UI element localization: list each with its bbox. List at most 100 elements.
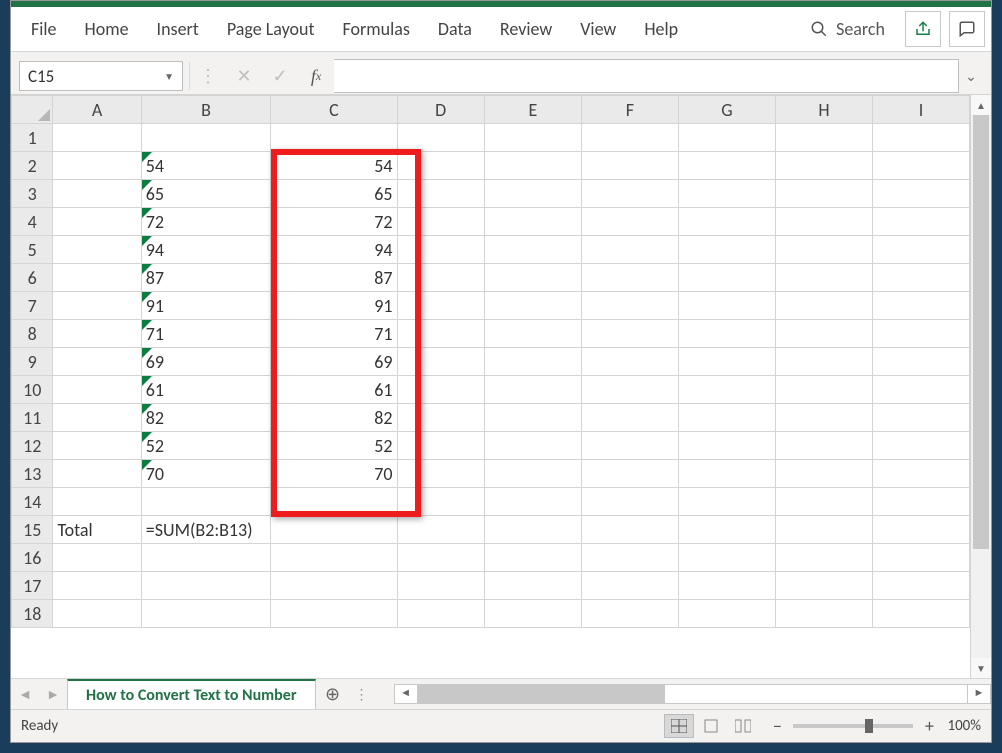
cell-C5[interactable]: 94 xyxy=(271,236,397,264)
cell-A7[interactable] xyxy=(53,292,141,320)
cell-I18[interactable] xyxy=(873,600,970,628)
cell-D2[interactable] xyxy=(397,152,484,180)
cell-A11[interactable] xyxy=(53,404,141,432)
select-all-corner[interactable] xyxy=(12,96,53,124)
cell-D1[interactable] xyxy=(397,124,484,152)
share-button[interactable] xyxy=(905,11,941,47)
zoom-in-button[interactable]: + xyxy=(919,715,939,737)
cell-C8[interactable]: 71 xyxy=(271,320,397,348)
cell-E6[interactable] xyxy=(484,264,581,292)
cancel-formula-button[interactable]: ✕ xyxy=(226,62,262,90)
search-box[interactable]: Search xyxy=(798,18,897,40)
insert-function-button[interactable]: fx xyxy=(298,62,334,90)
cell-D8[interactable] xyxy=(397,320,484,348)
cell-H18[interactable] xyxy=(776,600,873,628)
cell-C7[interactable]: 91 xyxy=(271,292,397,320)
row-header-15[interactable]: 15 xyxy=(12,516,53,544)
col-header-A[interactable]: A xyxy=(53,96,141,124)
cell-D7[interactable] xyxy=(397,292,484,320)
cell-G8[interactable] xyxy=(678,320,775,348)
cell-I16[interactable] xyxy=(873,544,970,572)
cell-B15[interactable]: =SUM(B2:B13) xyxy=(141,516,270,544)
cell-A5[interactable] xyxy=(53,236,141,264)
cell-G1[interactable] xyxy=(678,124,775,152)
cell-E13[interactable] xyxy=(484,460,581,488)
cell-G14[interactable] xyxy=(678,488,775,516)
cell-E1[interactable] xyxy=(484,124,581,152)
cell-C11[interactable]: 82 xyxy=(271,404,397,432)
cell-G6[interactable] xyxy=(678,264,775,292)
cell-I6[interactable] xyxy=(873,264,970,292)
cell-G16[interactable] xyxy=(678,544,775,572)
cell-C4[interactable]: 72 xyxy=(271,208,397,236)
cell-B18[interactable] xyxy=(141,600,270,628)
cell-E2[interactable] xyxy=(484,152,581,180)
cell-A4[interactable] xyxy=(53,208,141,236)
cell-F1[interactable] xyxy=(581,124,678,152)
cell-H14[interactable] xyxy=(776,488,873,516)
cell-A15[interactable]: Total xyxy=(53,516,141,544)
cell-E7[interactable] xyxy=(484,292,581,320)
row-header-10[interactable]: 10 xyxy=(12,376,53,404)
cell-C15[interactable] xyxy=(271,516,397,544)
cell-G2[interactable] xyxy=(678,152,775,180)
ribbon-tab-review[interactable]: Review xyxy=(486,10,566,48)
view-page-break-button[interactable] xyxy=(728,714,758,738)
cell-H17[interactable] xyxy=(776,572,873,600)
cell-C16[interactable] xyxy=(271,544,397,572)
col-header-C[interactable]: C xyxy=(271,96,397,124)
cell-B14[interactable] xyxy=(141,488,270,516)
cell-B9[interactable]: 69 xyxy=(141,348,270,376)
cell-H6[interactable] xyxy=(776,264,873,292)
row-header-6[interactable]: 6 xyxy=(12,264,53,292)
cell-C3[interactable]: 65 xyxy=(271,180,397,208)
row-header-13[interactable]: 13 xyxy=(12,460,53,488)
cell-I5[interactable] xyxy=(873,236,970,264)
cell-B4[interactable]: 72 xyxy=(141,208,270,236)
cell-B12[interactable]: 52 xyxy=(141,432,270,460)
cell-E17[interactable] xyxy=(484,572,581,600)
cell-B2[interactable]: 54 xyxy=(141,152,270,180)
cell-E10[interactable] xyxy=(484,376,581,404)
ribbon-tab-data[interactable]: Data xyxy=(424,10,486,48)
cell-G11[interactable] xyxy=(678,404,775,432)
cell-E11[interactable] xyxy=(484,404,581,432)
cell-I8[interactable] xyxy=(873,320,970,348)
cell-H16[interactable] xyxy=(776,544,873,572)
cell-H13[interactable] xyxy=(776,460,873,488)
row-header-4[interactable]: 4 xyxy=(12,208,53,236)
row-header-7[interactable]: 7 xyxy=(12,292,53,320)
row-header-1[interactable]: 1 xyxy=(12,124,53,152)
scroll-up-button[interactable]: ▲ xyxy=(971,95,991,115)
cell-C12[interactable]: 52 xyxy=(271,432,397,460)
cell-A9[interactable] xyxy=(53,348,141,376)
cell-B8[interactable]: 71 xyxy=(141,320,270,348)
cell-F3[interactable] xyxy=(581,180,678,208)
cell-D5[interactable] xyxy=(397,236,484,264)
cell-I17[interactable] xyxy=(873,572,970,600)
cell-A2[interactable] xyxy=(53,152,141,180)
cell-E8[interactable] xyxy=(484,320,581,348)
cell-D11[interactable] xyxy=(397,404,484,432)
cell-F9[interactable] xyxy=(581,348,678,376)
cell-D15[interactable] xyxy=(397,516,484,544)
cell-G12[interactable] xyxy=(678,432,775,460)
cell-B16[interactable] xyxy=(141,544,270,572)
col-header-B[interactable]: B xyxy=(141,96,270,124)
cell-H3[interactable] xyxy=(776,180,873,208)
cell-F13[interactable] xyxy=(581,460,678,488)
zoom-slider[interactable] xyxy=(793,724,913,728)
cell-H9[interactable] xyxy=(776,348,873,376)
row-header-18[interactable]: 18 xyxy=(12,600,53,628)
cell-D18[interactable] xyxy=(397,600,484,628)
cell-I2[interactable] xyxy=(873,152,970,180)
hscroll-left-button[interactable]: ◄ xyxy=(394,684,418,704)
cell-E15[interactable] xyxy=(484,516,581,544)
cell-F14[interactable] xyxy=(581,488,678,516)
vscroll-track[interactable] xyxy=(971,115,991,658)
cell-D16[interactable] xyxy=(397,544,484,572)
cell-B11[interactable]: 82 xyxy=(141,404,270,432)
cell-A3[interactable] xyxy=(53,180,141,208)
cell-B10[interactable]: 61 xyxy=(141,376,270,404)
cell-I15[interactable] xyxy=(873,516,970,544)
